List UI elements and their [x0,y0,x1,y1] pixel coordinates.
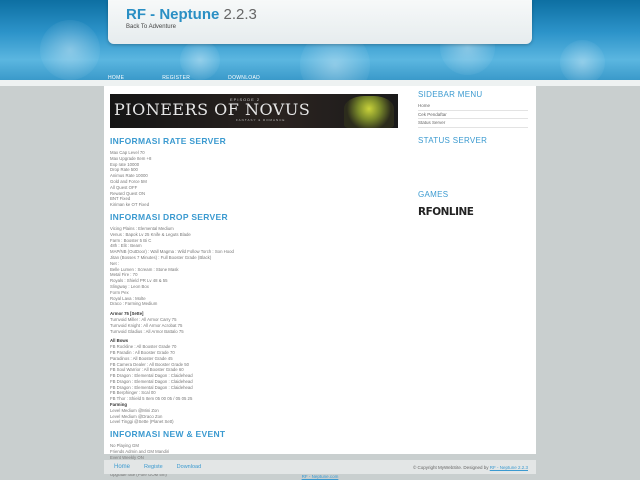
copyright-text: © Copyright MyWebSite. Designed by [412,464,489,470]
status-server-title: STATUS SERVER [418,135,488,145]
drop-list: Vicing Plains : Elemental Medium Venus : … [110,226,406,425]
site-header: RF - Neptune 2.2.3 Back To Adventure [108,0,532,44]
sidebar-item-status-server[interactable]: Status Server [418,119,528,128]
bottom-site-link[interactable]: RF - Neptune.com [0,474,640,479]
sidebar-menu: Home Cek Pendaftar Status Server [418,102,528,128]
news-section-title: INFORMASI NEW & EVENT [110,429,226,440]
banner-title: PIONEERS OF NOVUS [114,100,311,119]
footer-copyright: © Copyright MyWebSite. Designed by RF - … [413,465,528,470]
main-column: PIONEERS OF NOVUS EPISODE 2 FANTASY & RO… [110,94,406,478]
banner-episode: EPISODE 2 [230,97,261,102]
site-title[interactable]: RF - Neptune 2.2.3 [126,6,257,23]
sidebar: SIDEBAR MENU Home Cek Pendaftar Status S… [418,90,528,218]
bokeh-decor [560,40,605,85]
games-title: GAMES [418,189,449,199]
bokeh-decor [40,20,100,80]
nav-home[interactable]: HOME [108,74,124,84]
banner-tagline: FANTASY & ROMANCE [236,118,286,122]
rf-online-logo[interactable]: RFONLINE [418,205,523,218]
content-panel: PIONEERS OF NOVUS EPISODE 2 FANTASY & RO… [104,86,536,477]
footer-link-register[interactable]: Registe [144,464,163,470]
main-nav: HOME REGISTER DOWNLOAD [108,74,298,84]
footer-link-home[interactable]: Home [114,464,130,470]
status-server-body [418,148,528,190]
banner-character-image [344,96,394,128]
sidebar-menu-title: SIDEBAR MENU [418,90,483,99]
sidebar-item-home[interactable]: Home [418,102,528,111]
game-banner: PIONEERS OF NOVUS EPISODE 2 FANTASY & RO… [110,94,398,128]
nav-register[interactable]: REGISTER [162,74,190,84]
rate-list: Max Cap Level 70 Max Upgrade Item +8 Exp r… [110,150,406,208]
site-title-text[interactable]: RF - Neptune [126,6,219,23]
footer-link-download[interactable]: Download [177,464,201,470]
nav-download[interactable]: DOWNLOAD [228,74,260,84]
list-item: Kiriman ke OT Fixed [110,202,150,208]
rate-section-title: INFORMASI RATE SERVER [110,136,227,146]
sidebar-item-cek-pendaftar[interactable]: Cek Pendaftar [418,111,528,119]
footer: Home Registe Download © Copyright MyWebS… [104,460,536,474]
site-subtitle: Back To Adventure [126,24,176,30]
site-version: 2.2.3 [223,6,257,23]
drop-section-title: INFORMASI DROP SERVER [110,211,228,222]
list-item: Level Tinggi @Sette (Planet Sett) [110,419,174,425]
designer-link[interactable]: RF - Neptune 2.2.3 [490,465,528,470]
